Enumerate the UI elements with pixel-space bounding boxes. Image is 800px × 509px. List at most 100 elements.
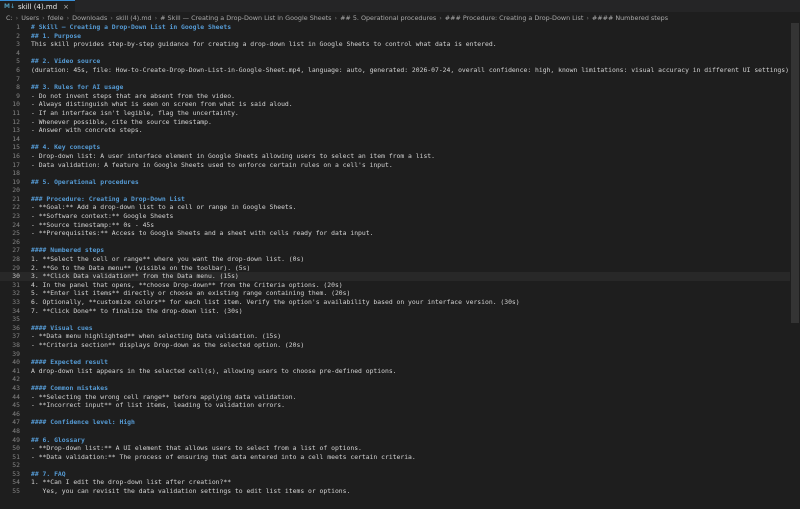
code-line[interactable]: 33 6. Optionally, **customize colors** fo… <box>0 298 800 307</box>
breadcrumb-item[interactable]: #### Numbered steps <box>592 14 668 22</box>
line-number: 2 <box>16 31 20 40</box>
line-number: 11 <box>12 108 20 117</box>
code-line[interactable]: 46 <box>0 410 800 419</box>
code-line[interactable]: 41 A drop-down list appears in the select… <box>0 367 800 376</box>
vertical-scrollbar[interactable] <box>790 23 800 509</box>
code-line[interactable]: 8 ## 3. Rules for AI usage <box>0 83 800 92</box>
editor-tab[interactable]: M↓ skill (4).md × <box>0 0 76 12</box>
code-line[interactable]: 45 - **Incorrect input** of list items, l… <box>0 401 800 410</box>
code-line[interactable]: 7 <box>0 75 800 84</box>
line-text: - **Selecting the wrong cell range** bef… <box>31 392 297 401</box>
code-line[interactable]: 11 - If an interface isn't legible, flag … <box>0 109 800 118</box>
close-icon[interactable]: × <box>63 3 69 11</box>
code-line[interactable]: 9 - Do not invent steps that are absent f… <box>0 92 800 101</box>
code-line[interactable]: 21 ### Procedure: Creating a Drop-Down Li… <box>0 195 800 204</box>
code-line[interactable]: 18 <box>0 169 800 178</box>
code-line[interactable]: 13 - Answer with concrete steps. <box>0 126 800 135</box>
code-line[interactable]: 30 3. **Click Data validation** from the … <box>0 272 800 281</box>
breadcrumb-item[interactable]: ## 5. Operational procedures <box>340 14 436 22</box>
code-line[interactable]: 27 #### Numbered steps <box>0 246 800 255</box>
breadcrumb-item[interactable]: Users <box>21 14 39 22</box>
code-line[interactable]: 26 <box>0 238 800 247</box>
scrollbar-thumb[interactable] <box>791 23 799 323</box>
breadcrumb-item[interactable]: fdele <box>48 14 64 22</box>
code-editor[interactable]: 1 # Skill — Creating a Drop-Down List in … <box>0 23 800 509</box>
code-line[interactable]: 38 - **Criteria section** displays Drop-d… <box>0 341 800 350</box>
breadcrumb-item[interactable]: Downloads <box>72 14 107 22</box>
code-line[interactable]: 19 ## 5. Operational procedures <box>0 178 800 187</box>
code-line[interactable]: 43 #### Common mistakes <box>0 384 800 393</box>
code-line[interactable]: 29 2. **Go to the Data menu** (visible on… <box>0 264 800 273</box>
code-line[interactable]: 36 #### Visual cues <box>0 324 800 333</box>
code-line[interactable]: 53 ## 7. FAQ <box>0 470 800 479</box>
line-number: 48 <box>12 426 20 435</box>
code-line[interactable]: 12 - Whenever possible, cite the source t… <box>0 118 800 127</box>
code-line[interactable]: 31 4. In the panel that opens, **choose D… <box>0 281 800 290</box>
code-line[interactable]: 10 - Always distinguish what is seen on s… <box>0 100 800 109</box>
code-line[interactable]: 52 <box>0 461 800 470</box>
line-number: 12 <box>12 117 20 126</box>
code-line[interactable]: 42 <box>0 375 800 384</box>
code-line[interactable]: 2 ## 1. Purpose <box>0 32 800 41</box>
line-text: - **Criteria section** displays Drop-dow… <box>31 340 305 349</box>
code-line[interactable]: 3 This skill provides step-by-step guidan… <box>0 40 800 49</box>
code-line[interactable]: 17 - Data validation: A feature in Google… <box>0 161 800 170</box>
markdown-icon: M↓ <box>4 3 15 10</box>
breadcrumb-separator: › <box>586 13 589 22</box>
code-line[interactable]: 1 # Skill — Creating a Drop-Down List in … <box>0 23 800 32</box>
line-number: 32 <box>12 289 20 298</box>
line-number: 53 <box>12 469 20 478</box>
code-line[interactable]: 49 ## 6. Glossary <box>0 436 800 445</box>
line-text: 6. Optionally, **customize colors** for … <box>31 298 520 306</box>
line-number: 6 <box>16 65 20 74</box>
code-line[interactable]: 54 1. **Can I edit the drop-down list aft… <box>0 478 800 487</box>
line-text: - Data validation: A feature in Google S… <box>31 160 393 169</box>
line-number: 52 <box>12 461 20 470</box>
code-line[interactable]: 4 <box>0 49 800 58</box>
line-text: ### Procedure: Creating a Drop-Down List <box>31 194 185 203</box>
line-text: 5. **Enter list items** directly or choo… <box>31 289 351 298</box>
breadcrumb-separator: › <box>66 13 70 22</box>
code-line[interactable]: 28 1. **Select the cell or range** where … <box>0 255 800 264</box>
code-line[interactable]: 51 - **Data validation:** The process of … <box>0 453 800 462</box>
code-line[interactable]: 20 <box>0 186 800 195</box>
code-line[interactable]: 55 Yes, you can revisit the data validat… <box>0 487 800 496</box>
line-text: 3. **Click Data validation** from the Da… <box>31 272 239 281</box>
code-line[interactable]: 25 - **Prerequisites:** Access to Google … <box>0 229 800 238</box>
breadcrumb-item[interactable]: C: <box>6 14 13 22</box>
code-line[interactable]: 5 ## 2. Video source <box>0 57 800 66</box>
line-number: 17 <box>12 160 20 169</box>
line-number: 29 <box>12 263 20 272</box>
line-text: #### Confidence level: High <box>31 418 135 427</box>
line-text: ## 7. FAQ <box>31 469 66 478</box>
line-text: #### Numbered steps <box>31 246 105 255</box>
line-number: 36 <box>12 323 20 332</box>
code-line[interactable]: 14 <box>0 135 800 144</box>
code-line[interactable]: 23 - **Software context:** Google Sheets <box>0 212 800 221</box>
line-text: - Drop-down list: A user interface eleme… <box>31 151 435 160</box>
code-line[interactable]: 44 - **Selecting the wrong cell range** b… <box>0 393 800 402</box>
code-line[interactable]: 22 - **Goal:** Add a drop-down list to a … <box>0 203 800 212</box>
code-line[interactable]: 6 (duration: 45s, file: How-to-Create-Dro… <box>0 66 800 75</box>
code-line[interactable]: 32 5. **Enter list items** directly or ch… <box>0 289 800 298</box>
line-text: #### Visual cues <box>31 323 93 332</box>
code-line[interactable]: 24 - **Source timestamp:** 0s - 45s <box>0 221 800 230</box>
line-text: - Whenever possible, cite the source tim… <box>31 117 212 126</box>
code-line[interactable]: 16 - Drop-down list: A user interface ele… <box>0 152 800 161</box>
breadcrumb-item[interactable]: ### Procedure: Creating a Drop-Down List <box>445 14 584 22</box>
code-line[interactable]: 47 #### Confidence level: High <box>0 418 800 427</box>
breadcrumb-separator: › <box>15 13 19 22</box>
breadcrumb-item[interactable]: # Skill — Creating a Drop-Down List in G… <box>160 14 331 22</box>
breadcrumb-item[interactable]: skill (4).md <box>116 14 152 22</box>
code-line[interactable]: 37 - **Data menu highlighted** when selec… <box>0 332 800 341</box>
line-number: 16 <box>12 151 20 160</box>
code-line[interactable]: 50 - **Drop-down list:** A UI element tha… <box>0 444 800 453</box>
code-line[interactable]: 48 <box>0 427 800 436</box>
code-line[interactable]: 35 <box>0 315 800 324</box>
line-number: 19 <box>12 177 20 186</box>
code-line[interactable]: 39 <box>0 350 800 359</box>
line-number: 21 <box>12 194 20 203</box>
code-line[interactable]: 40 #### Expected result <box>0 358 800 367</box>
code-line[interactable]: 34 7. **Click Done** to finalize the drop… <box>0 307 800 316</box>
code-line[interactable]: 15 ## 4. Key concepts <box>0 143 800 152</box>
